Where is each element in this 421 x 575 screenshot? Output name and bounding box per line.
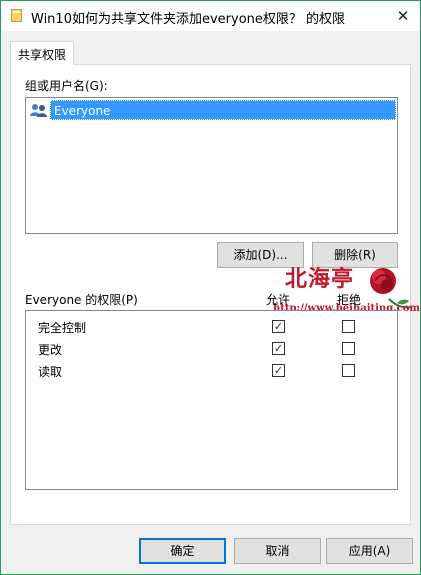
permission-row-change: 更改 ✓ xyxy=(26,337,397,359)
users-label: 组或用户名(G): xyxy=(25,79,108,93)
permission-row-read: 读取 ✓ xyxy=(26,359,397,381)
deny-checkbox[interactable] xyxy=(342,320,355,333)
title-bar[interactable]: Win10如何为共享文件夹添加everyone权限？ 的权限 ✕ xyxy=(1,1,420,31)
list-item-label: Everyone xyxy=(50,100,396,120)
tab-label: 共享权限 xyxy=(18,48,67,62)
watermark-text: 北海亭 xyxy=(285,266,355,292)
permission-name: 读取 xyxy=(38,365,63,379)
permissions-dialog: Win10如何为共享文件夹添加everyone权限？ 的权限 ✕ 共享权限 组或… xyxy=(0,0,421,575)
deny-checkbox[interactable] xyxy=(342,342,355,355)
permissions-list: 完全控制 ✓ 更改 ✓ 读取 ✓ xyxy=(25,310,398,490)
permission-name: 完全控制 xyxy=(38,321,87,335)
permissions-label: Everyone 的权限(P) xyxy=(25,293,138,307)
allow-checkbox[interactable]: ✓ xyxy=(272,364,285,377)
window-title: Win10如何为共享文件夹添加everyone权限？ 的权限 xyxy=(31,12,346,27)
cancel-button[interactable]: 取消 xyxy=(234,538,321,564)
deny-column-header: 拒绝 xyxy=(337,293,362,307)
allow-checkbox[interactable]: ✓ xyxy=(272,320,285,333)
list-item-everyone[interactable]: Everyone xyxy=(30,100,396,120)
close-button[interactable]: ✕ xyxy=(386,1,420,31)
users-listbox[interactable]: Everyone xyxy=(25,97,398,234)
permission-row-full-control: 完全控制 ✓ xyxy=(26,315,397,337)
users-group-icon xyxy=(30,104,47,117)
folder-icon xyxy=(11,9,22,22)
ok-button[interactable]: 确定 xyxy=(139,538,226,564)
permission-name: 更改 xyxy=(38,343,63,357)
allow-column-header: 允许 xyxy=(266,293,291,307)
allow-checkbox[interactable]: ✓ xyxy=(272,342,285,355)
tab-share-permissions[interactable]: 共享权限 xyxy=(10,41,74,65)
apply-button[interactable]: 应用(A) xyxy=(326,538,413,564)
deny-checkbox[interactable] xyxy=(342,364,355,377)
